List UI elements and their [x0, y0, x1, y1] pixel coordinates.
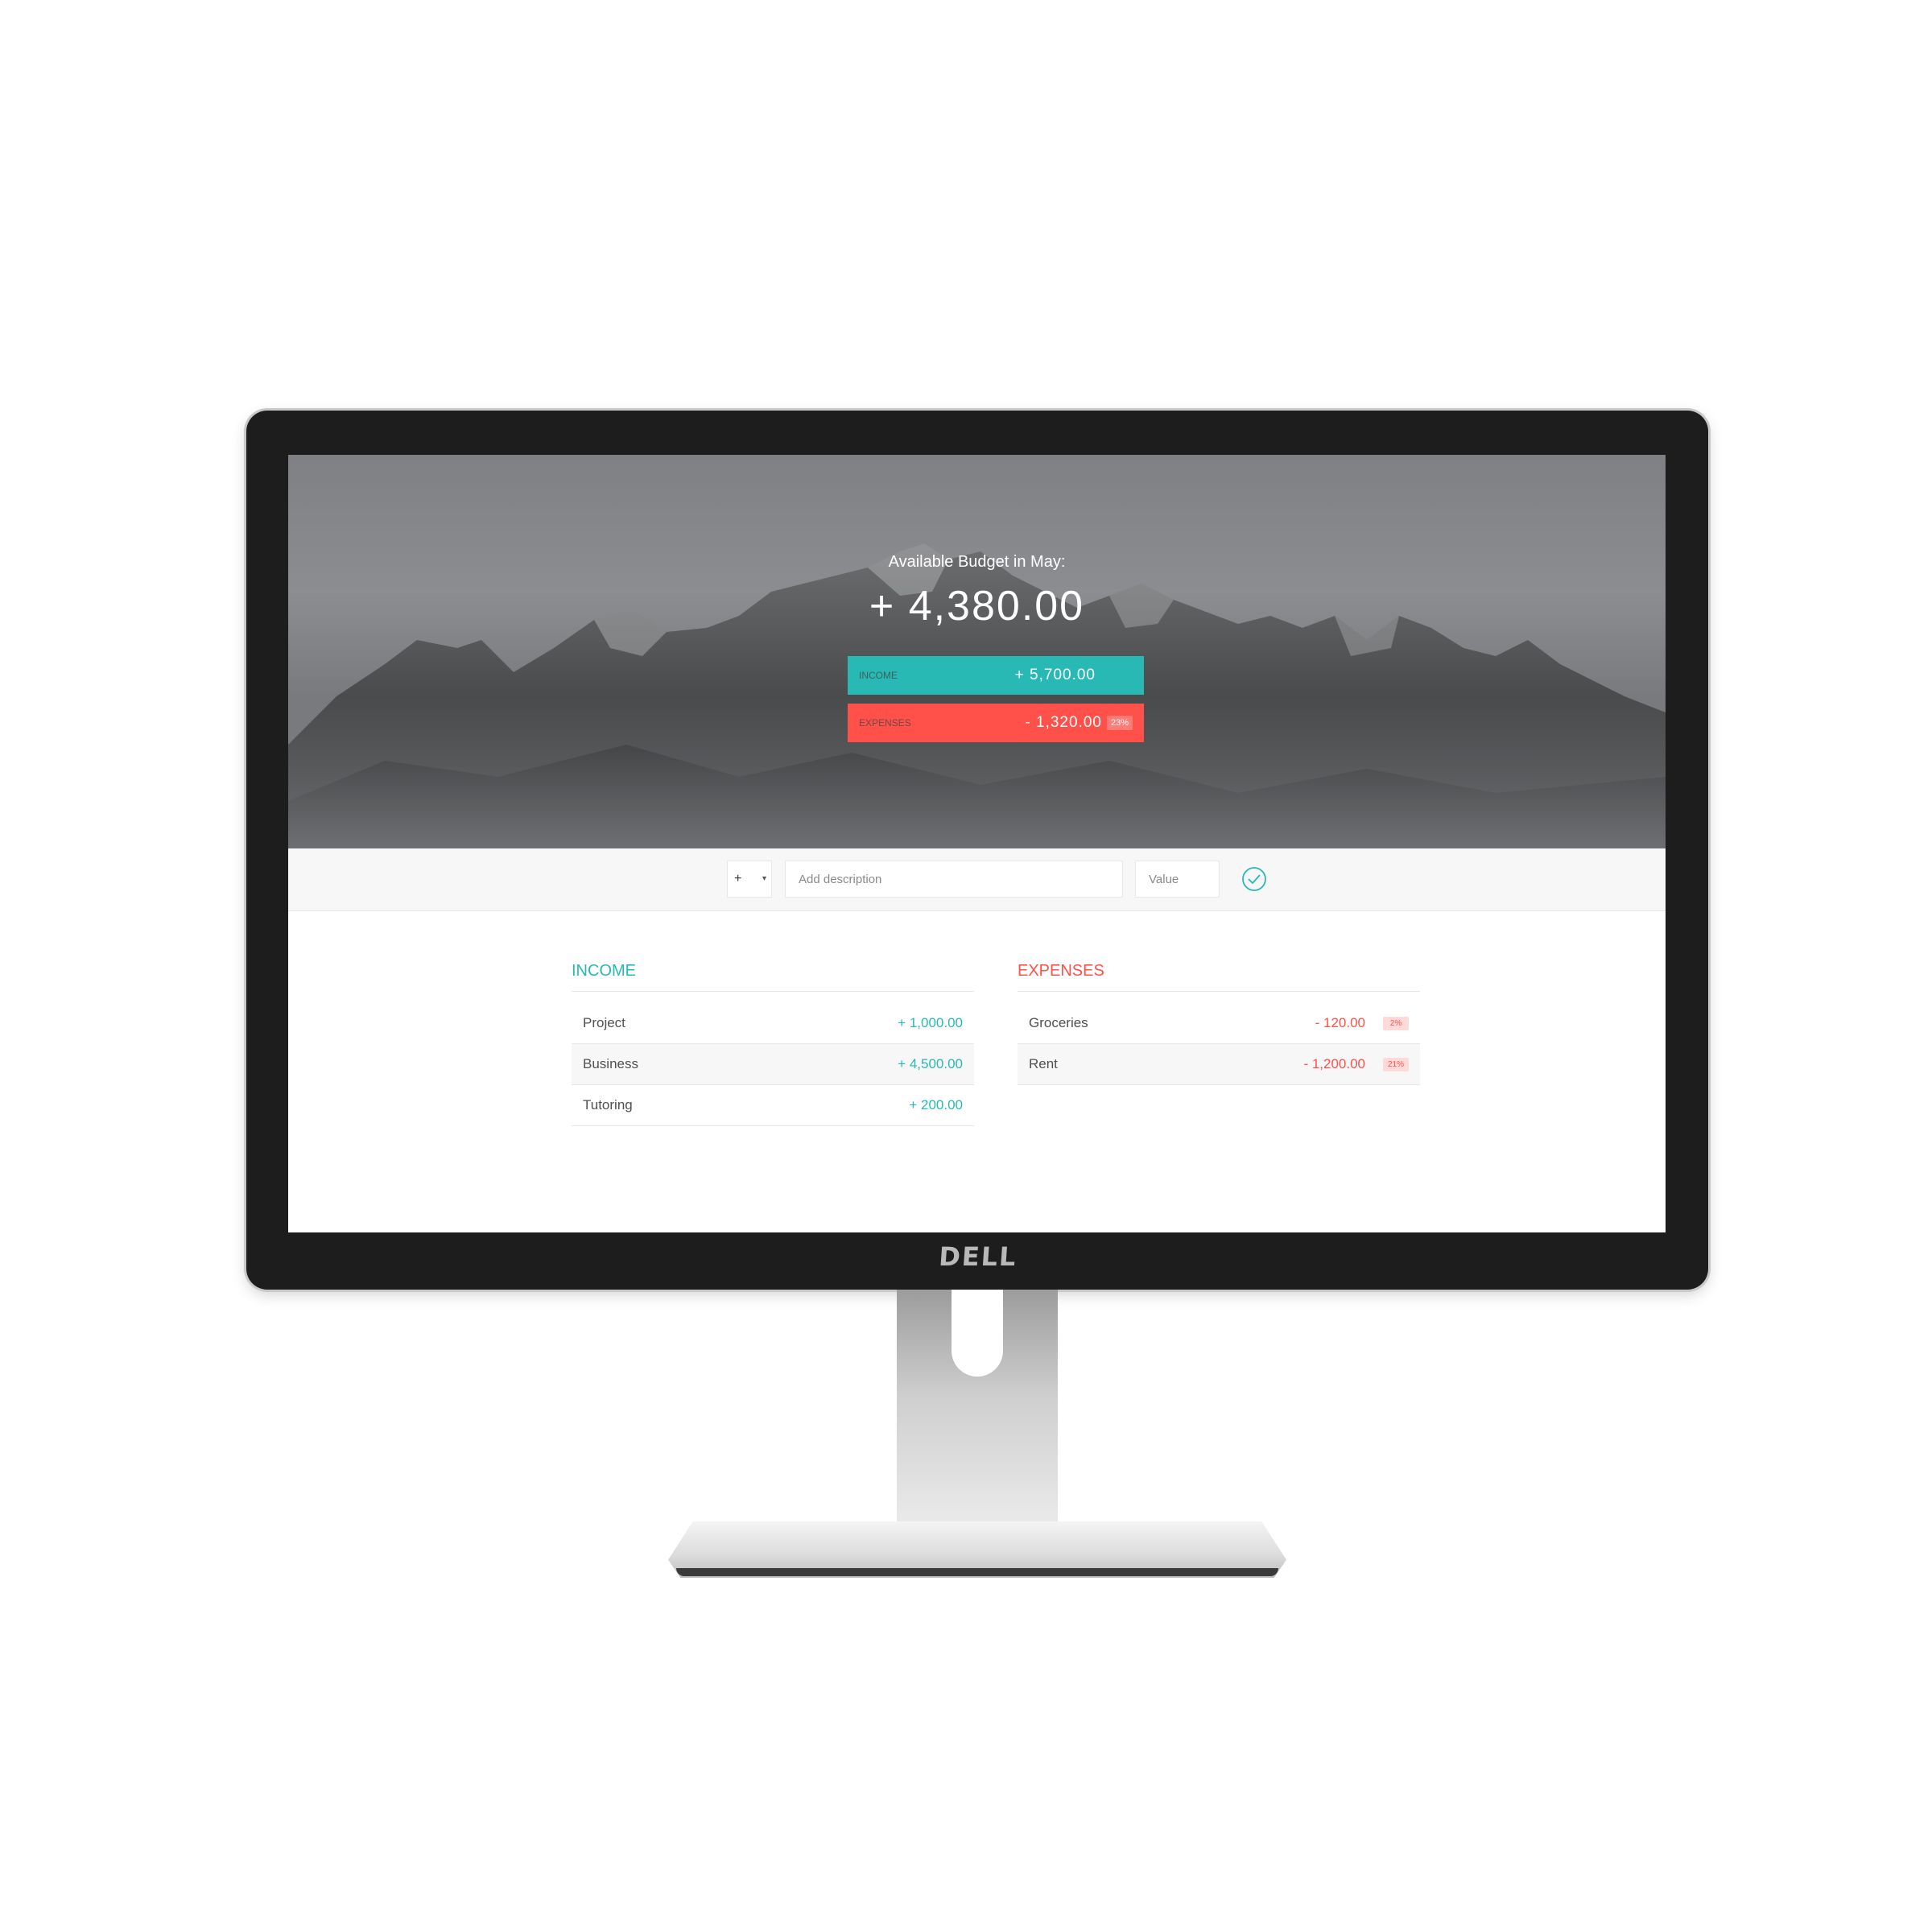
item-percentage-badge: 21% [1383, 1057, 1409, 1071]
income-list-title: Income [572, 962, 974, 992]
expense-item[interactable]: Groceries - 120.00 2% [1018, 1003, 1420, 1044]
income-item[interactable]: Project + 1,000.00 [572, 1003, 974, 1044]
expenses-summary-value: - 1,320.00 [1025, 714, 1102, 731]
item-description: Groceries [1029, 1015, 1088, 1030]
stand-cable-slot [952, 1290, 1003, 1377]
expenses-percentage-badge: 23% [1106, 716, 1133, 730]
income-rows: Project + 1,000.00 Business + 4,500.00 T… [572, 1003, 974, 1126]
item-percentage-badge: 2% [1383, 1016, 1409, 1030]
description-input[interactable] [785, 861, 1123, 898]
item-description: Project [583, 1015, 625, 1030]
item-value: + 200.00 [909, 1097, 963, 1113]
expenses-summary-label: Expenses [859, 717, 911, 729]
type-select[interactable]: + ▾ [727, 861, 772, 898]
income-summary: Income + 5,700.00 [848, 656, 1144, 695]
value-input[interactable] [1135, 861, 1220, 898]
dell-logo: DELL [938, 1241, 1018, 1272]
income-item[interactable]: Tutoring + 200.00 [572, 1085, 974, 1126]
type-select-value: + [734, 872, 742, 886]
income-summary-label: Income [859, 670, 898, 681]
income-summary-value: + 5,700.00 [1014, 667, 1096, 683]
expense-rows: Groceries - 120.00 2% Rent - 1,200.00 21… [1018, 1003, 1420, 1085]
budget-title: Available Budget in May: [888, 553, 1066, 571]
screen: Available Budget in May: + 4,380.00 Inco… [288, 455, 1666, 1232]
expenses-list-title: Expenses [1018, 962, 1420, 992]
item-value: + 4,500.00 [898, 1056, 963, 1071]
caret-down-icon: ▾ [762, 874, 766, 883]
checkmark-circle-icon[interactable] [1241, 866, 1267, 892]
item-description: Tutoring [583, 1097, 633, 1113]
expenses-summary: Expenses - 1,320.00 23% [848, 704, 1144, 742]
item-description: Business [583, 1056, 638, 1071]
stand-base-foot [676, 1568, 1278, 1576]
item-description: Rent [1029, 1056, 1058, 1071]
expense-item[interactable]: Rent - 1,200.00 21% [1018, 1044, 1420, 1085]
income-item[interactable]: Business + 4,500.00 [572, 1044, 974, 1085]
add-item-bar: + ▾ [288, 848, 1666, 911]
item-value: - 120.00 [1315, 1015, 1365, 1030]
mountain-background-image [288, 543, 1666, 848]
expenses-list: Expenses Groceries - 120.00 2% Rent - 1,… [1018, 962, 1420, 1085]
item-value: - 1,200.00 [1303, 1056, 1365, 1071]
income-list: Income Project + 1,000.00 Business + 4,5… [572, 962, 974, 1126]
budget-value: + 4,380.00 [869, 583, 1085, 630]
item-value: + 1,000.00 [898, 1015, 963, 1030]
header-hero: Available Budget in May: + 4,380.00 Inco… [288, 455, 1666, 848]
